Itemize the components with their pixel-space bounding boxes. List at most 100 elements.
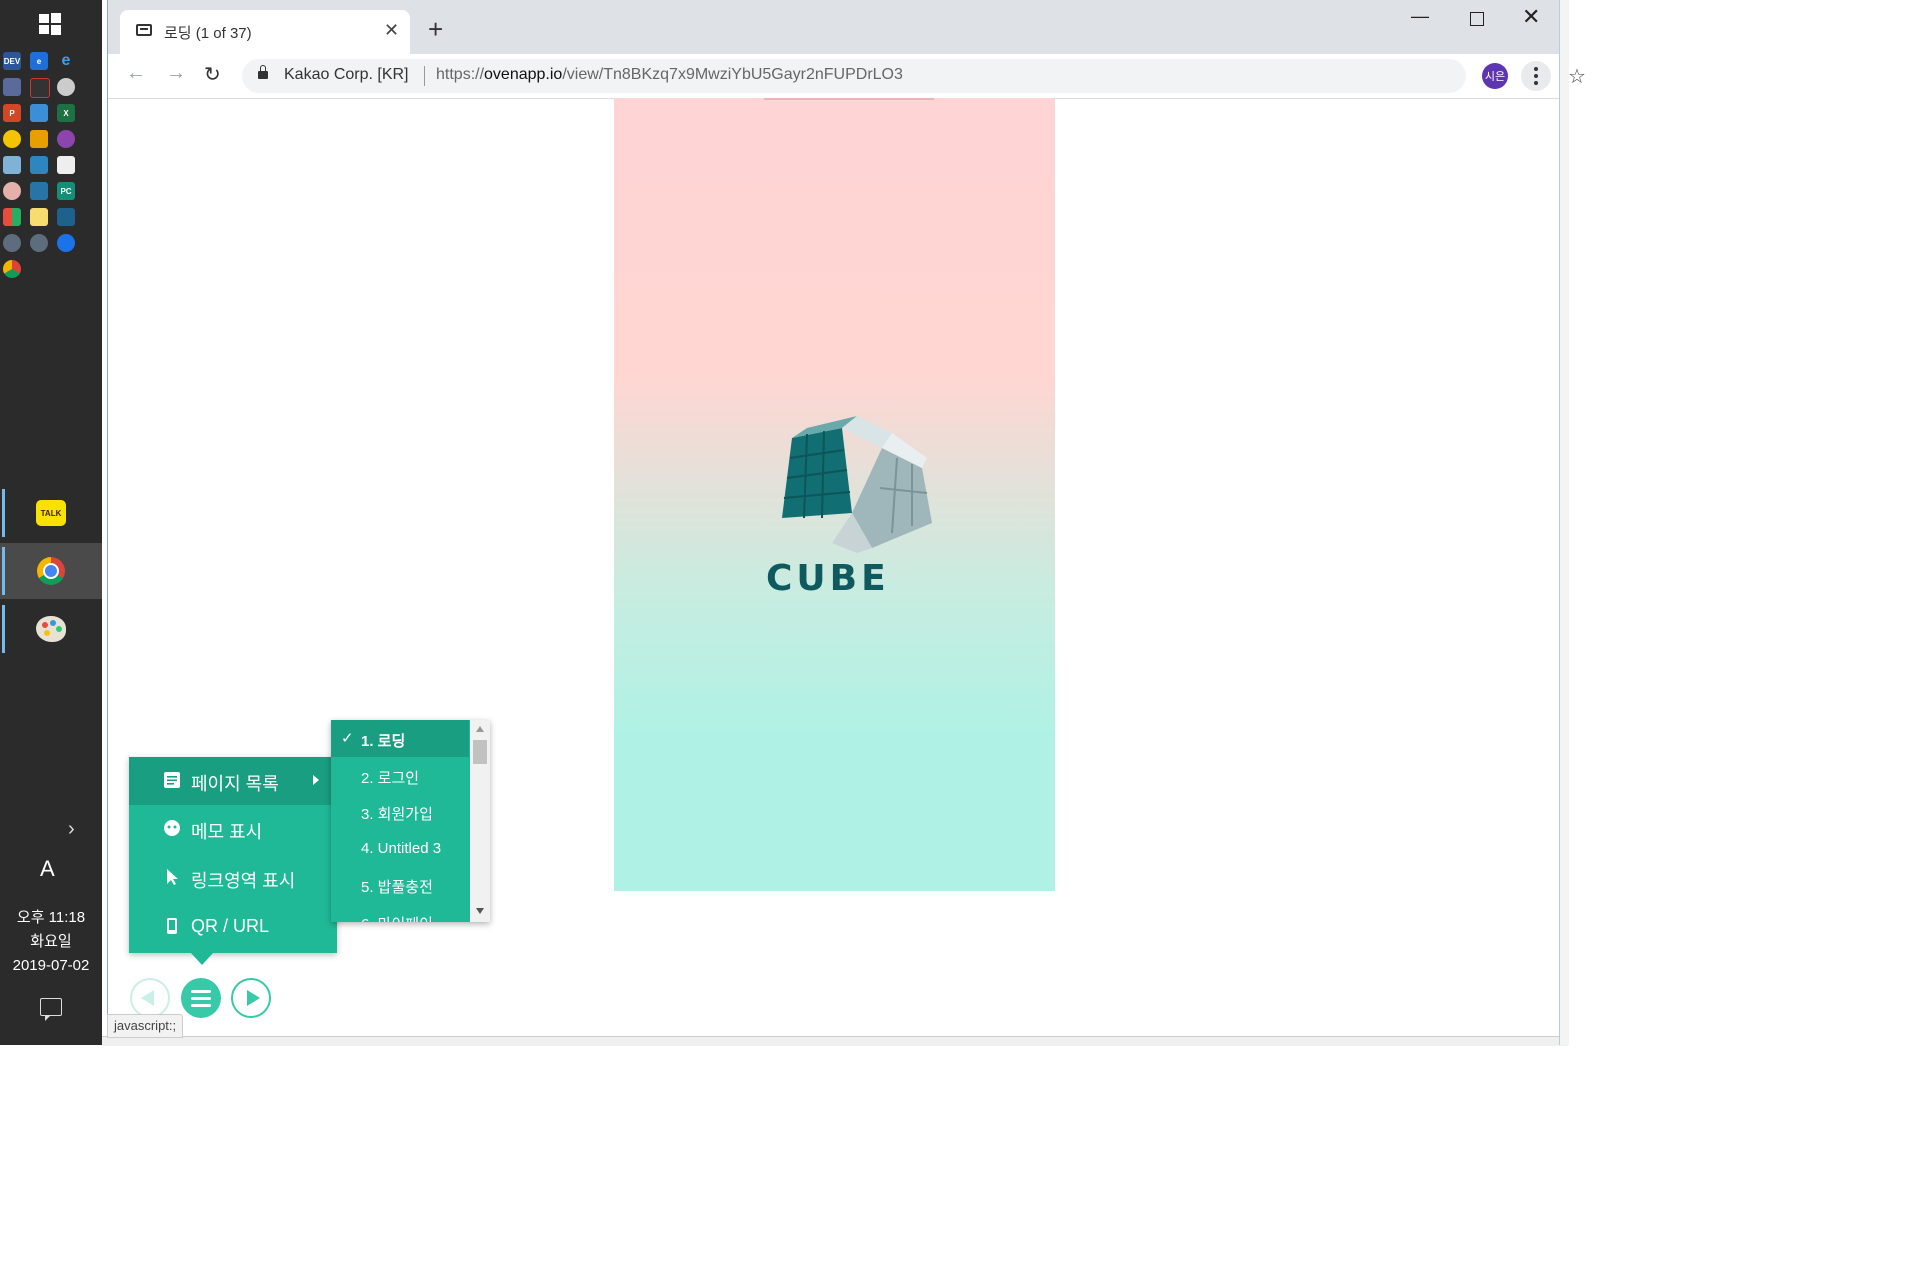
remote-icon[interactable] [3,234,21,252]
running-indicator [2,489,5,537]
page-list-item[interactable]: 2. 로그인 [331,757,469,794]
notepad-icon[interactable] [3,156,21,174]
windows-start-icon[interactable] [38,12,62,36]
kakaotalk-icon: TALK [36,500,66,526]
page-list-item[interactable]: ✓ 1. 로딩 [331,720,469,757]
cube-logo-text: CUBE [766,558,890,599]
chrome-icon [37,557,65,585]
status-bar-link-preview: javascript:; [107,1014,184,1038]
url-text[interactable]: https://ovenapp.io/view/Tn8BKzq7x9MwziYb… [436,66,903,84]
windows-tiles-icon[interactable] [3,208,21,226]
scrollbar-thumb[interactable] [473,740,487,764]
clock-weekday: 화요일 [30,933,72,950]
pycharm-icon[interactable]: PC [57,182,75,200]
window-close-button[interactable]: ✕ [1522,4,1540,30]
chrome-taskbar-button[interactable] [0,543,102,599]
excel-icon[interactable]: X [57,104,75,122]
network-icon[interactable] [30,130,48,148]
previous-page-button[interactable] [130,978,170,1018]
chat-icon[interactable] [3,130,21,148]
page-list-item[interactable]: 5. 밥풀충전 [331,866,469,903]
ie-icon[interactable]: e [57,52,75,70]
minimize-button[interactable]: — [1411,6,1429,27]
url-scheme: https:// [436,66,485,83]
menu-item-label: 링크영역 표시 [191,871,296,891]
palette-icon [36,616,66,642]
site-identity[interactable]: Kakao Corp. [KR] [284,66,409,84]
tab-close-icon[interactable]: ✕ [384,20,399,41]
clock-date: 2019-07-02 [12,957,90,974]
devtool-icon[interactable]: DEV [3,52,21,70]
tool-icon[interactable] [30,78,50,98]
page-list-item-label: 1. 로딩 [361,733,406,750]
remote2-icon[interactable] [30,234,48,252]
window-bottom-strip [102,1036,1568,1046]
pointer-icon [167,869,178,885]
teamviewer-icon[interactable] [57,234,75,252]
notification-center-icon[interactable] [40,998,62,1021]
disc-icon[interactable] [57,78,75,96]
document-icon[interactable] [57,156,75,174]
chrome-shortcut-icon[interactable] [3,260,21,278]
media-icon[interactable] [57,130,75,148]
store-icon[interactable] [30,182,48,200]
page-list-scrollbar[interactable] [470,720,490,922]
bookmark-star-icon[interactable]: ☆ [1568,64,1586,89]
clock-time: 오후 11:18 [16,909,86,926]
menu-pointer-tail [191,953,213,965]
page-list-item-label: 2. 로그인 [361,770,420,787]
url-path: /view/Tn8BKzq7x9MwziYbU5Gayr2nFUPDrLO3 [562,66,903,83]
powerpoint-icon[interactable]: P [3,104,21,122]
maximize-button[interactable] [1470,12,1484,26]
menu-page-list[interactable]: 페이지 목록 [129,757,337,805]
installer-icon[interactable] [30,104,48,122]
scroll-down-arrow-icon[interactable] [476,908,484,914]
page-list-item[interactable]: 3. 회원가입 [331,793,469,830]
url-host: ovenapp.io [484,66,563,83]
menu-item-label: 페이지 목록 [191,774,279,794]
phone-icon [167,918,177,934]
windows-taskbar: DEV e e P X PC TALK › A 오후 11:18 화요일 201… [0,0,102,1045]
window-right-edge [1559,0,1569,1045]
page-list-submenu: ✓ 1. 로딩 2. 로그인 3. 회원가입 4. Untitled 3 5. … [331,720,490,922]
submenu-arrow-icon [313,775,319,785]
system-clock[interactable]: 오후 11:18 화요일 2019-07-02 [0,906,102,978]
menu-item-label: QR / URL [191,916,270,936]
list-icon [164,772,180,788]
menu-show-link-areas[interactable]: 링크영역 표시 [129,854,337,902]
page-list-item-label: 5. 밥풀충전 [361,879,433,896]
back-arrow-icon[interactable]: ← [126,62,146,85]
page-list-item[interactable]: 4. Untitled 3 [331,830,469,867]
reload-icon[interactable]: ↻ [204,62,221,87]
menu-toggle-button[interactable] [181,978,221,1018]
tab-title: 로딩 (1 of 37) [164,25,252,42]
slideshow-favicon-icon [136,24,152,36]
browser-toolbar: ← → ↻ Kakao Corp. [KR] https://ovenapp.i… [108,54,1586,99]
url-separator [424,66,425,86]
show-hidden-icons-chevron-icon[interactable]: › [68,818,75,841]
menu-qr-url[interactable]: QR / URL [129,903,337,951]
paint-taskbar-button[interactable] [0,601,102,657]
desktop-shortcut-icons: DEV e e P X PC [3,52,83,280]
new-tab-button[interactable]: + [428,16,443,42]
scroll-up-arrow-icon[interactable] [476,726,484,732]
address-bar[interactable]: Kakao Corp. [KR] https://ovenapp.io/view… [242,59,1586,93]
kakaotalk-taskbar-button[interactable]: TALK [0,485,102,541]
running-indicator [2,605,5,653]
prototype-screen[interactable]: CUBE [614,98,1055,891]
lock-icon[interactable] [258,65,268,79]
page-list-item[interactable]: 6. 마이페이 [331,903,469,922]
profile-avatar[interactable]: 시은 [1482,63,1508,89]
forward-arrow-icon[interactable]: → [166,62,186,85]
ime-indicator[interactable]: A [40,856,55,882]
browser-menu-icon[interactable] [1521,61,1551,91]
next-page-button[interactable] [231,978,271,1018]
menu-show-memo[interactable]: 메모 표시 [129,805,337,853]
calendar-icon[interactable] [30,156,48,174]
app-icon[interactable] [3,78,21,96]
active-tab[interactable]: 로딩 (1 of 37) ✕ [120,10,410,54]
edge-icon[interactable]: e [30,52,48,70]
shark-icon[interactable] [57,208,75,226]
paint-app-icon[interactable] [3,182,21,200]
folder-icon[interactable] [30,208,48,226]
